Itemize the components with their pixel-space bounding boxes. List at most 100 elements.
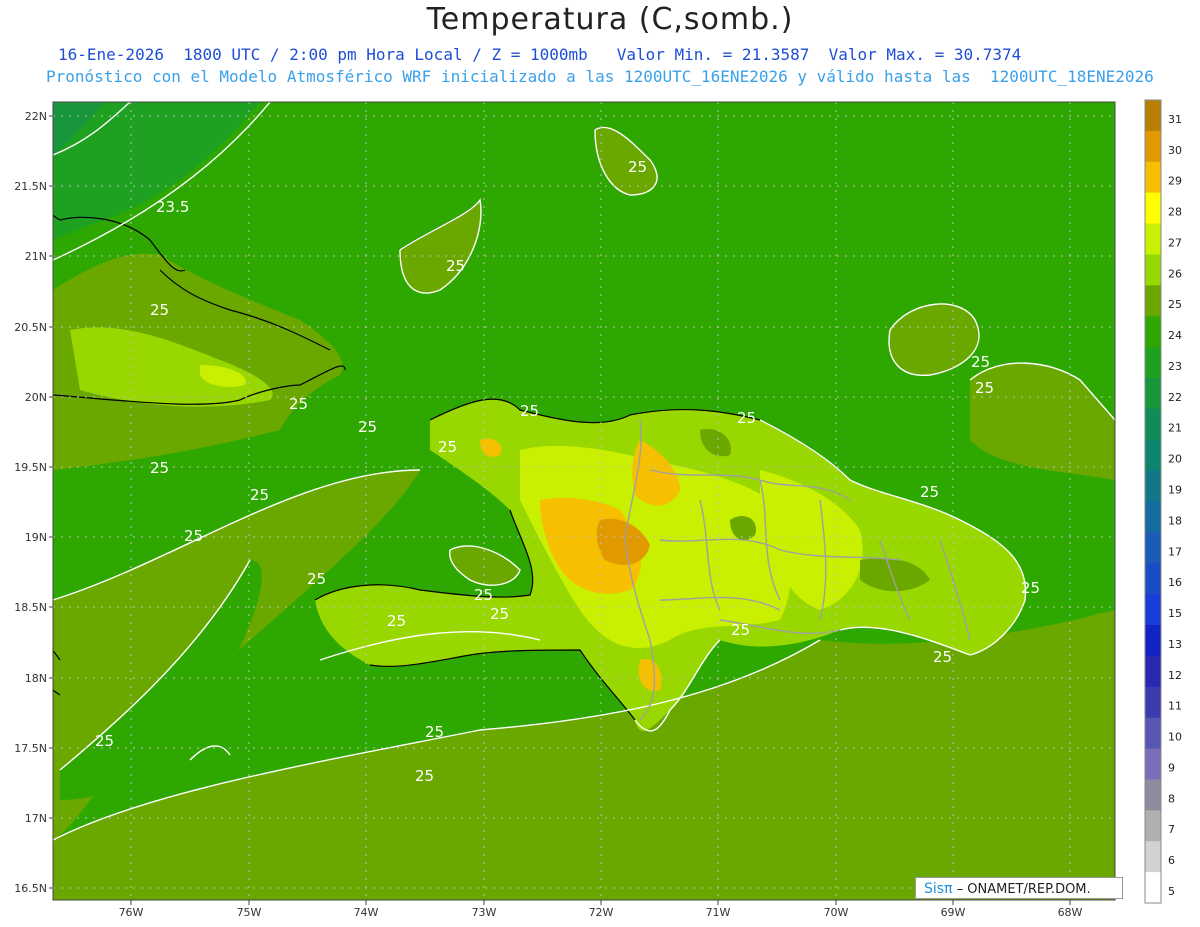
contour-label: 25 <box>438 438 457 456</box>
colorbar-swatch <box>1145 192 1161 225</box>
colorbar-swatch <box>1145 872 1161 904</box>
contour-label: 25 <box>358 418 377 436</box>
colorbar-label: 13 <box>1168 638 1182 651</box>
colorbar-swatch <box>1145 748 1161 780</box>
lat-label: 17N <box>25 812 47 825</box>
colorbar-label: 31 <box>1168 113 1182 126</box>
colorbar-swatch <box>1145 501 1161 533</box>
contour-label: 25 <box>920 483 939 501</box>
lat-label: 20N <box>25 391 47 404</box>
lat-label: 16.5N <box>14 882 47 895</box>
lon-label: 74W <box>354 906 379 919</box>
colorbar-swatch <box>1145 810 1161 842</box>
lon-label: 75W <box>237 906 262 919</box>
colorbar-label: 21 <box>1168 422 1182 435</box>
colorbar-swatch <box>1145 347 1161 379</box>
contour-label: 25 <box>95 732 114 750</box>
lon-label: 69W <box>941 906 966 919</box>
colorbar-label: 15 <box>1168 607 1182 620</box>
contour-label: 25 <box>933 648 952 666</box>
contour-label: 25 <box>628 158 647 176</box>
contour-label: 23.5 <box>156 198 189 216</box>
colorbar-swatch <box>1145 717 1161 750</box>
colorbar-swatch <box>1145 563 1161 595</box>
lat-label: 18N <box>25 672 47 685</box>
contour-label: 25 <box>446 257 465 275</box>
lon-label: 68W <box>1058 906 1083 919</box>
lat-label: 21.5N <box>14 180 47 193</box>
colorbar-swatch <box>1145 408 1161 441</box>
contour-label: 25 <box>250 486 269 504</box>
colorbar-label: 9 <box>1168 761 1175 774</box>
colorbar-label: 30 <box>1168 144 1182 157</box>
colorbar-label: 25 <box>1168 298 1182 311</box>
colorbar-label: 17 <box>1168 545 1182 558</box>
lon-label: 73W <box>472 906 497 919</box>
colorbar-label: 29 <box>1168 175 1182 188</box>
colorbar-swatch <box>1145 285 1161 317</box>
colorbar: 31 30 29 28 27 26 25 24 23 22 21 20 19 18 17 16 15 13 12 11… <box>1144 99 1182 904</box>
lat-label: 17.5N <box>14 742 47 755</box>
contour-label: 25 <box>387 612 406 630</box>
lat-label: 19N <box>25 531 47 544</box>
colorbar-swatch <box>1145 779 1161 811</box>
colorbar-swatch <box>1145 841 1161 873</box>
credit-brand: Sisπ <box>924 881 953 897</box>
contour-label: 25 <box>184 527 203 545</box>
colorbar-label: 20 <box>1168 453 1182 466</box>
colorbar-swatch <box>1145 625 1161 657</box>
map-field: 23.52525252525252525252525252525 25252525… <box>53 102 1115 900</box>
colorbar-label: 28 <box>1168 206 1182 219</box>
lon-label: 70W <box>824 906 849 919</box>
contour-label: 25 <box>520 402 539 420</box>
colorbar-label: 26 <box>1168 267 1182 280</box>
contour-label: 25 <box>975 379 994 397</box>
colorbar-swatch <box>1145 655 1161 688</box>
contour-label: 25 <box>490 605 509 623</box>
lat-label: 22N <box>25 110 47 123</box>
colorbar-swatch <box>1145 377 1161 410</box>
credit-org: – ONAMET/REP.DOM. <box>956 882 1091 897</box>
colorbar-label: 27 <box>1168 236 1182 249</box>
lon-label: 71W <box>706 906 731 919</box>
longitude-axis: 76W 75W 74W 73W 72W 71W 70W 69W 68W <box>119 900 1083 919</box>
contour-label: 25 <box>474 586 493 604</box>
colorbar-label: 11 <box>1168 700 1182 713</box>
colorbar-swatch <box>1145 316 1161 348</box>
contour-label: 25 <box>425 723 444 741</box>
colorbar-swatch <box>1145 439 1161 472</box>
colorbar-label: 18 <box>1168 514 1182 527</box>
contour-label: 25 <box>415 767 434 785</box>
colorbar-label: 23 <box>1168 360 1182 373</box>
contour-label: 25 <box>971 353 990 371</box>
lon-label: 72W <box>589 906 614 919</box>
colorbar-label: 7 <box>1168 823 1175 836</box>
temperature-map: 23.52525252525252525252525252525 25252525… <box>14 99 1182 919</box>
colorbar-swatch <box>1145 532 1161 564</box>
contour-label: 25 <box>150 301 169 319</box>
colorbar-label: 5 <box>1168 885 1175 898</box>
colorbar-swatch <box>1145 594 1161 626</box>
lat-label: 21N <box>25 250 47 263</box>
contour-label: 25 <box>307 570 326 588</box>
colorbar-swatch <box>1145 100 1161 132</box>
colorbar-swatch <box>1145 254 1161 286</box>
colorbar-label: 24 <box>1168 329 1182 342</box>
contour-label: 25 <box>737 409 756 427</box>
colorbar-swatch <box>1145 470 1161 502</box>
lat-label: 20.5N <box>14 321 47 334</box>
lat-label: 19.5N <box>14 461 47 474</box>
colorbar-swatch <box>1145 223 1161 255</box>
colorbar-swatch <box>1145 130 1161 163</box>
colorbar-label: 16 <box>1168 576 1182 589</box>
contour-label: 25 <box>731 621 750 639</box>
lon-label: 76W <box>119 906 144 919</box>
latitude-axis: 22N 21.5N 21N 20.5N 20N 19.5N 19N 18.5N 18N 17.5N… <box>14 110 53 895</box>
lat-label: 18.5N <box>14 601 47 614</box>
colorbar-label: 8 <box>1168 792 1175 805</box>
colorbar-swatch <box>1145 161 1161 194</box>
colorbar-label: 12 <box>1168 669 1182 682</box>
colorbar-label: 19 <box>1168 484 1182 497</box>
contour-label: 25 <box>289 395 308 413</box>
colorbar-label: 22 <box>1168 391 1182 404</box>
